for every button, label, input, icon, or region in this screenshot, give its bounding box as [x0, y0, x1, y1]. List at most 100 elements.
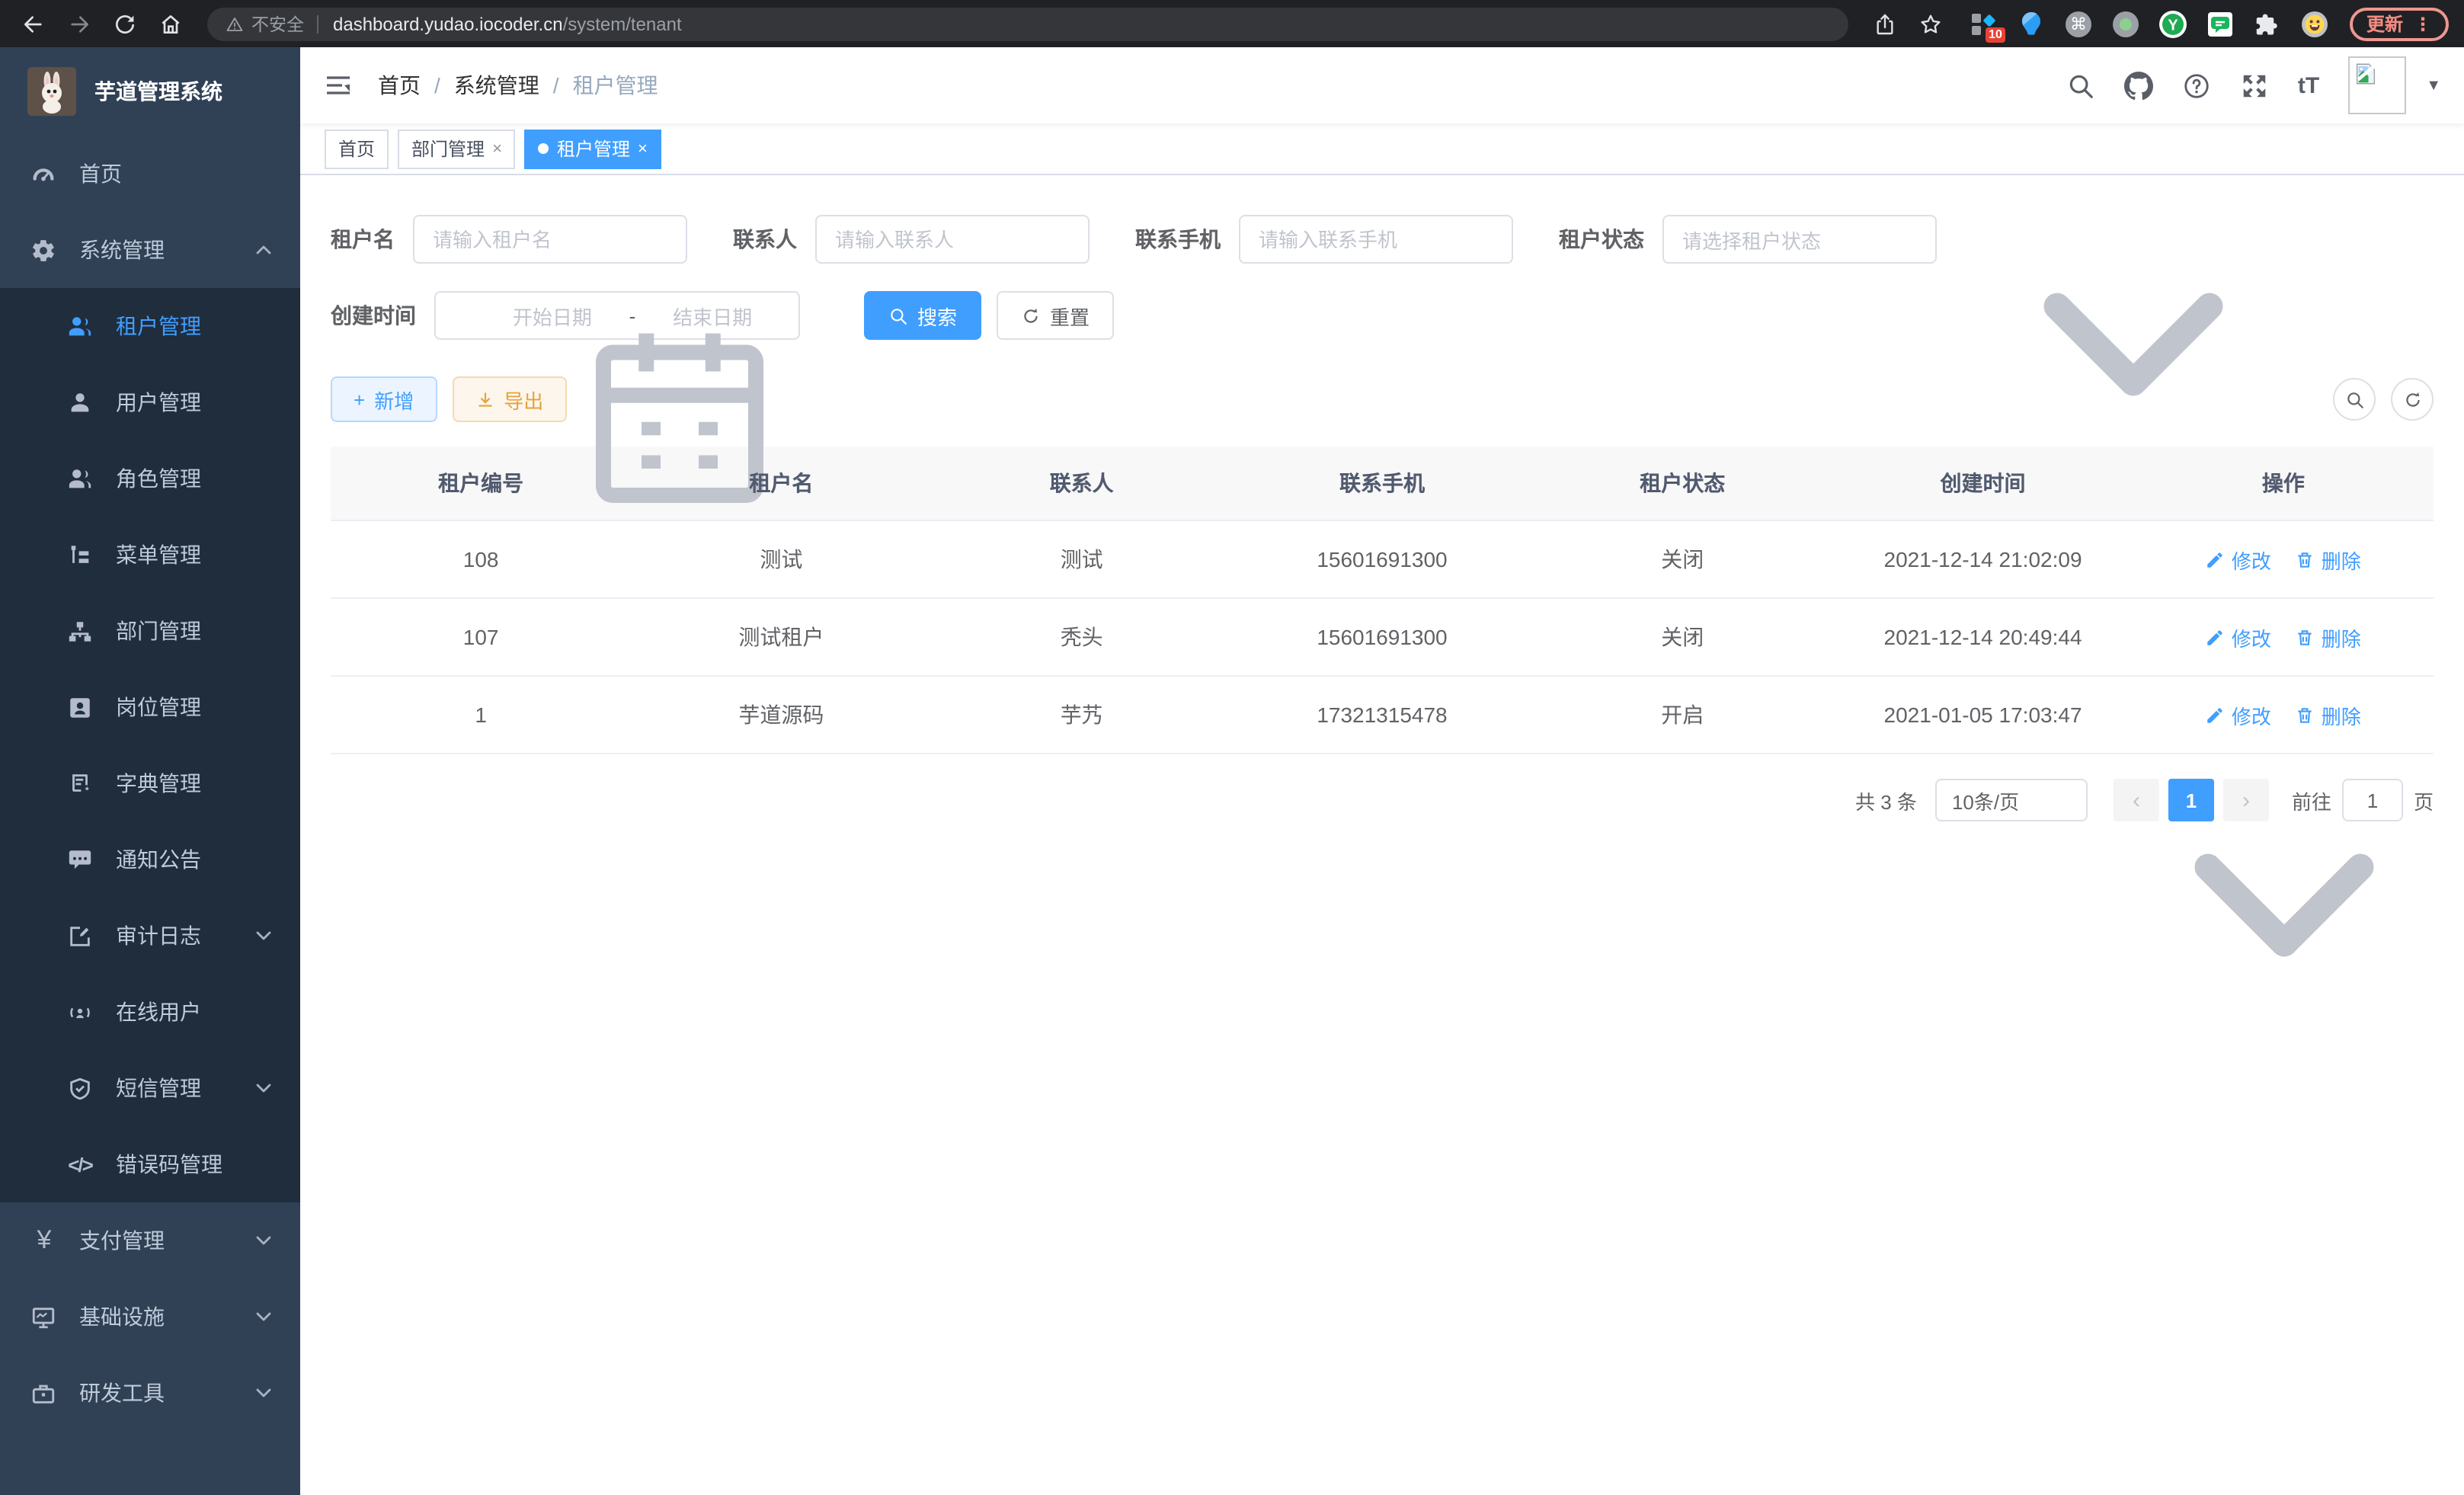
- edit-link[interactable]: 修改: [2206, 700, 2271, 729]
- cell-tenant-name: 测试租户: [631, 598, 931, 676]
- sidebar-item-label: 支付管理: [79, 1225, 165, 1256]
- sidebar-item-system[interactable]: 系统管理: [0, 212, 300, 288]
- url-path: /system/tenant: [563, 13, 682, 34]
- date-range-picker[interactable]: 开始日期 - 结束日期: [434, 291, 800, 340]
- col-status: 租户状态: [1532, 447, 1832, 520]
- sidebar-fold-icon[interactable]: [323, 70, 354, 101]
- github-icon[interactable]: [2124, 71, 2153, 100]
- sidebar-item-user[interactable]: 用户管理: [0, 364, 300, 440]
- home-button[interactable]: [152, 5, 189, 42]
- sidebar-item-infra[interactable]: 基础设施: [0, 1279, 300, 1355]
- yen-icon: ¥: [30, 1228, 56, 1253]
- status-label: 租户状态: [1559, 224, 1644, 255]
- avatar[interactable]: [2348, 56, 2406, 114]
- status-select[interactable]: 请选择租户状态: [1662, 215, 1937, 264]
- extension-icon-kite[interactable]: [2018, 10, 2045, 37]
- search-button[interactable]: 搜索: [864, 291, 981, 340]
- delete-link[interactable]: 删除: [2296, 545, 2361, 574]
- kebab-menu-icon[interactable]: ⋮: [2414, 13, 2432, 34]
- filter-tenant-name: 租户名: [331, 215, 687, 264]
- create-time-label: 创建时间: [331, 300, 416, 331]
- sidebar-item-dev-tools[interactable]: 研发工具: [0, 1355, 300, 1431]
- help-icon[interactable]: [2182, 71, 2211, 100]
- cell-contact: 测试: [932, 520, 1232, 598]
- id-badge-icon: [67, 694, 93, 720]
- close-icon[interactable]: ×: [492, 139, 502, 158]
- refresh-table-button[interactable]: [2391, 378, 2434, 421]
- export-button[interactable]: 导出: [452, 376, 566, 422]
- chevron-down-icon: [2056, 791, 2074, 809]
- mobile-input[interactable]: [1239, 215, 1513, 264]
- sidebar-item-notice[interactable]: 通知公告: [0, 821, 300, 898]
- address-bar[interactable]: 不安全 dashboard.yudao.iocoder.cn /system/t…: [207, 7, 1848, 40]
- tab-dept[interactable]: 部门管理 ×: [398, 129, 516, 168]
- tab-home[interactable]: 首页: [325, 129, 389, 168]
- font-size-icon[interactable]: tT: [2298, 72, 2319, 98]
- code-icon: </>: [67, 1151, 93, 1177]
- share-button[interactable]: [1867, 5, 1903, 42]
- sidebar-item-role[interactable]: 角色管理: [0, 440, 300, 517]
- url-host: dashboard.yudao.iocoder.cn: [333, 13, 563, 34]
- calendar-icon: [451, 305, 472, 326]
- sidebar-item-pay[interactable]: ¥ 支付管理: [0, 1202, 300, 1279]
- start-date-placeholder[interactable]: 开始日期: [482, 301, 623, 330]
- extensions-puzzle-icon[interactable]: [2254, 10, 2281, 37]
- extension-icon-emoji[interactable]: [2301, 10, 2328, 37]
- tenant-name-input[interactable]: [413, 215, 687, 264]
- reset-button[interactable]: 重置: [997, 291, 1114, 340]
- delete-link[interactable]: 删除: [2296, 700, 2361, 729]
- extension-icon-dot[interactable]: [2112, 10, 2139, 37]
- extensions-area: 10 ⌘ Y: [1970, 10, 2328, 37]
- add-button[interactable]: + 新增: [331, 376, 437, 422]
- back-button[interactable]: [15, 5, 52, 42]
- breadcrumb-system[interactable]: 系统管理: [454, 70, 539, 101]
- chevron-down-icon: [254, 927, 273, 945]
- update-label: 更新: [2366, 11, 2403, 37]
- end-date-placeholder[interactable]: 结束日期: [642, 301, 783, 330]
- edit-link[interactable]: 修改: [2206, 623, 2271, 651]
- cell-actions: 修改 删除: [2133, 676, 2434, 754]
- forward-button[interactable]: [61, 5, 98, 42]
- main-area: 首页 / 系统管理 / 租户管理 tT ▼ 首页: [300, 47, 2464, 1495]
- sidebar-item-menu[interactable]: 菜单管理: [0, 517, 300, 593]
- page-size-select[interactable]: 10条/页: [1935, 779, 2088, 821]
- sidebar-item-online-user[interactable]: 在线用户: [0, 974, 300, 1050]
- cell-mobile: 17321315478: [1232, 676, 1532, 754]
- extension-icon-1[interactable]: 10: [1970, 10, 1998, 37]
- sidebar-item-audit-log[interactable]: 审计日志: [0, 898, 300, 974]
- header-search-icon[interactable]: [2066, 71, 2095, 100]
- sidebar-item-sms[interactable]: 短信管理: [0, 1050, 300, 1126]
- sidebar-item-dict[interactable]: 字典管理: [0, 745, 300, 821]
- tab-tenant[interactable]: 租户管理 ×: [525, 129, 661, 168]
- table-row: 1 芋道源码 芋艿 17321315478 开启 2021-01-05 17:0…: [331, 676, 2434, 754]
- delete-link[interactable]: 删除: [2296, 623, 2361, 651]
- extension-icon-y[interactable]: Y: [2159, 10, 2187, 37]
- security-label[interactable]: 不安全: [251, 11, 304, 36]
- sidebar-item-error-code[interactable]: </> 错误码管理: [0, 1126, 300, 1202]
- extension-icon-chat[interactable]: [2206, 10, 2234, 37]
- reload-button[interactable]: [107, 5, 143, 42]
- cell-tenant-id: 107: [331, 598, 631, 676]
- breadcrumb-home[interactable]: 首页: [378, 70, 421, 101]
- sidebar-item-label: 角色管理: [116, 463, 201, 494]
- mobile-label: 联系手机: [1135, 224, 1221, 255]
- filter-mobile: 联系手机: [1135, 215, 1513, 264]
- export-button-label: 导出: [504, 385, 543, 414]
- fullscreen-icon[interactable]: [2240, 71, 2269, 100]
- app-logo[interactable]: 芋道管理系统: [0, 47, 300, 136]
- sidebar-item-tenant[interactable]: 租户管理: [0, 288, 300, 364]
- online-user-icon: [67, 999, 93, 1025]
- bookmark-star-button[interactable]: [1912, 5, 1949, 42]
- sidebar-item-label: 系统管理: [79, 235, 165, 265]
- tab-label: 租户管理: [557, 136, 630, 162]
- contact-input[interactable]: [815, 215, 1090, 264]
- sidebar-item-post[interactable]: 岗位管理: [0, 669, 300, 745]
- browser-update-button[interactable]: 更新 ⋮: [2350, 7, 2449, 40]
- avatar-caret-down-icon[interactable]: ▼: [2426, 77, 2441, 94]
- cell-created: 2021-01-05 17:03:47: [1832, 676, 2133, 754]
- extension-icon-cmd[interactable]: ⌘: [2065, 10, 2092, 37]
- sidebar-item-home[interactable]: 首页: [0, 136, 300, 212]
- close-icon[interactable]: ×: [638, 139, 648, 158]
- sidebar-item-dept[interactable]: 部门管理: [0, 593, 300, 669]
- edit-link[interactable]: 修改: [2206, 545, 2271, 574]
